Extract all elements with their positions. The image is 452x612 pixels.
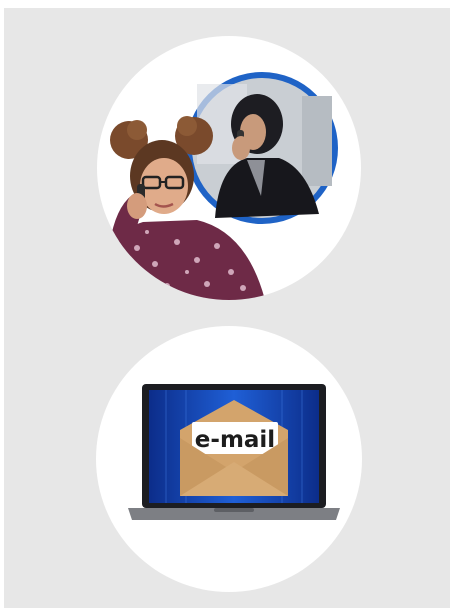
email-label: e-mail <box>195 427 275 453</box>
phone-call-illustration <box>105 72 338 300</box>
easy-read-panel: e-mail <box>4 8 450 608</box>
email-picture: e-mail <box>96 326 362 592</box>
laptop-email-illustration: e-mail <box>128 384 340 520</box>
phone-call-picture <box>97 36 361 300</box>
caller-inset <box>186 72 338 224</box>
